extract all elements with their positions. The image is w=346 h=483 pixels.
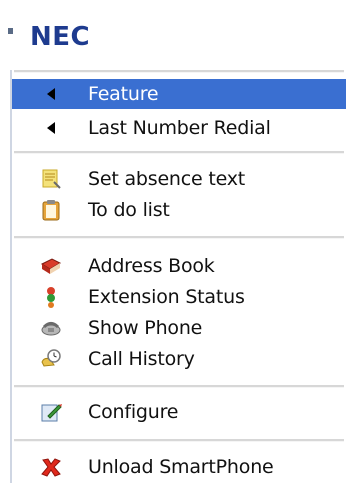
triangle-left-icon [40, 117, 62, 139]
clipboard-icon [40, 199, 62, 221]
context-menu-screenshot: NEC Feature Last Number Redial Set absen… [0, 0, 346, 483]
red-x-icon [40, 456, 62, 478]
menu-item-call-history[interactable]: Call History [12, 344, 346, 374]
menu-separator [14, 236, 344, 239]
menu-item-set-absence-text[interactable]: Set absence text [12, 164, 346, 194]
menu-item-label: Feature [88, 83, 159, 105]
menu-separator [14, 385, 344, 388]
menu-item-to-do-list[interactable]: To do list [12, 195, 346, 225]
note-icon [40, 168, 62, 190]
menu-item-label: Show Phone [88, 317, 203, 339]
menu-item-label: Unload SmartPhone [88, 456, 274, 478]
menu-separator [14, 70, 344, 73]
menu-item-label: Extension Status [88, 286, 245, 308]
menu-item-unload-smartphone[interactable]: Unload SmartPhone [12, 452, 346, 482]
menu-item-extension-status[interactable]: Extension Status [12, 282, 346, 312]
phone-icon [40, 317, 62, 339]
menu-item-label: Set absence text [88, 168, 246, 190]
menu-separator [14, 151, 344, 154]
menu-item-last-number-redial[interactable]: Last Number Redial [12, 113, 346, 143]
context-menu: NEC Feature Last Number Redial Set absen… [12, 0, 346, 483]
nec-logo: NEC [30, 22, 91, 52]
edit-icon [40, 401, 62, 423]
clock-icon [40, 348, 62, 370]
menu-item-show-phone[interactable]: Show Phone [12, 313, 346, 343]
menu-item-configure[interactable]: Configure [12, 397, 346, 427]
menu-item-feature[interactable]: Feature [12, 79, 346, 109]
triangle-left-icon [40, 83, 62, 105]
menu-item-label: Address Book [88, 255, 215, 277]
menu-item-label: To do list [88, 199, 170, 221]
menu-item-label: Configure [88, 401, 179, 423]
menu-separator [14, 439, 344, 442]
address-book-icon [40, 255, 62, 277]
menu-item-label: Last Number Redial [88, 117, 271, 139]
menu-item-address-book[interactable]: Address Book [12, 251, 346, 281]
menu-item-label: Call History [88, 348, 195, 370]
status-lights-icon [40, 286, 62, 308]
